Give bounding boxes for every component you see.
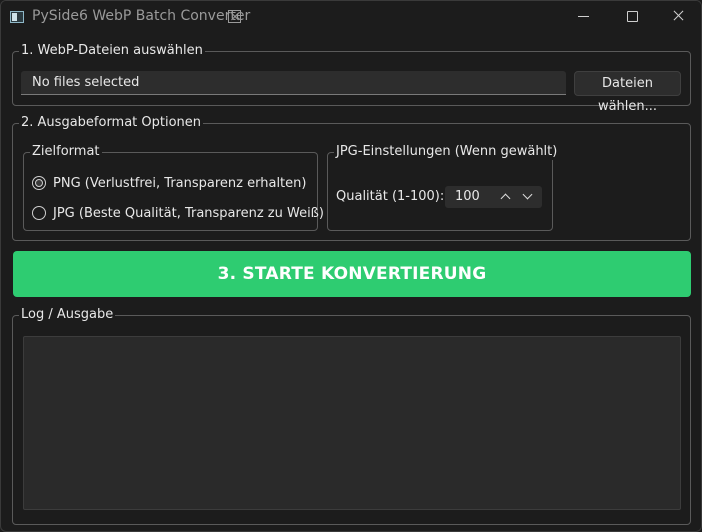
png-radio-button[interactable] (32, 176, 46, 190)
log-output-area[interactable] (23, 336, 681, 510)
png-radio-label: PNG (Verlustfrei, Transparenz erhalten) (53, 175, 307, 191)
log-group-title: Log / Ausgabe (19, 307, 116, 323)
target-format-group-title: Zielformat (30, 144, 102, 160)
start-conversion-button[interactable]: 3. STARTE KONVERTIERUNG (13, 251, 691, 297)
jpg-radio-option[interactable]: JPG (Beste Qualität, Transparenz zu Weiß… (32, 204, 324, 222)
output-options-group-title: 2. Ausgabeformat Optionen (19, 115, 204, 131)
jpg-settings-group-title: JPG-Einstellungen (Wenn gewählt) (334, 144, 560, 160)
app-window: PySide6 WebP Batch Converter 1. WebP-Dat… (0, 0, 702, 532)
target-format-group: Zielformat PNG (Verlustfrei, Transparenz… (23, 144, 324, 231)
chevron-down-icon[interactable] (520, 189, 536, 205)
png-radio-option[interactable]: PNG (Verlustfrei, Transparenz erhalten) (32, 174, 306, 192)
quality-value[interactable]: 100 (455, 186, 480, 208)
jpg-radio-label: JPG (Beste Qualität, Transparenz zu Weiß… (53, 205, 324, 221)
window-title: PySide6 WebP Batch Converter (32, 8, 251, 24)
quality-spinbox[interactable]: 100 (445, 186, 542, 208)
quality-label: Qualität (1-100): (336, 189, 445, 204)
app-icon (10, 11, 24, 23)
jpg-settings-group: JPG-Einstellungen (Wenn gewählt) Qualitä… (327, 144, 560, 231)
file-selection-group-title: 1. WebP-Dateien auswählen (19, 43, 205, 59)
minimize-button[interactable] (561, 1, 607, 31)
file-selection-group: 1. WebP-Dateien auswählen No files selec… (12, 43, 691, 114)
jpg-radio-button[interactable] (32, 206, 46, 220)
selected-files-field[interactable]: No files selected (21, 71, 566, 95)
picture-emoji-icon (228, 10, 241, 23)
close-button[interactable] (655, 1, 701, 31)
maximize-button[interactable] (608, 1, 654, 31)
title-bar: PySide6 WebP Batch Converter (1, 1, 701, 33)
choose-files-button[interactable]: Dateien wählen... (574, 71, 681, 114)
log-group: Log / Ausgabe (12, 307, 691, 525)
chevron-up-icon[interactable] (498, 189, 514, 205)
